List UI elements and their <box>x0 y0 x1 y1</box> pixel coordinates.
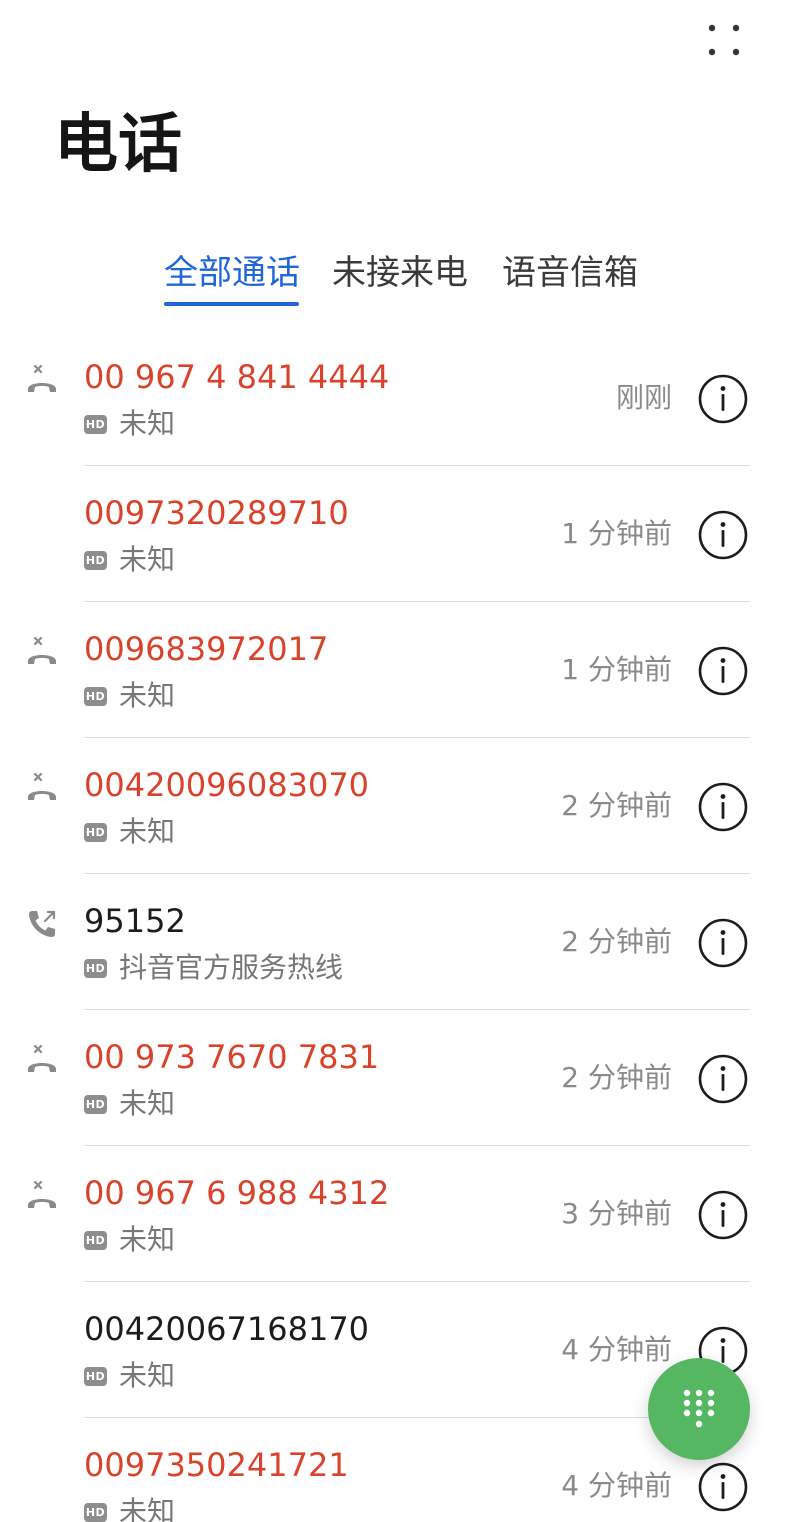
info-icon <box>696 1054 750 1110</box>
call-time: 2 分钟前 <box>561 925 672 958</box>
missed-call-icon <box>24 634 60 670</box>
call-time: 2 分钟前 <box>561 789 672 822</box>
call-subtitle: HD 未知 <box>84 1358 175 1394</box>
info-icon <box>696 1190 750 1246</box>
outgoing-call-icon <box>24 906 60 942</box>
call-label: 未知 <box>119 679 176 712</box>
call-number: 00420067168170 <box>84 1310 370 1348</box>
dialpad-button[interactable] <box>648 1358 750 1460</box>
missed-call-icon <box>24 770 60 806</box>
call-time: 1 分钟前 <box>561 517 672 550</box>
call-log-row[interactable]: 00 967 4 841 4444 HD 未知 刚刚 <box>0 330 800 466</box>
call-log-list: 00 967 4 841 4444 HD 未知 刚刚 0097320289710 HD 未知… <box>0 330 800 1522</box>
call-label: 未知 <box>119 815 176 848</box>
call-label: 未知 <box>119 407 176 440</box>
call-info-button[interactable] <box>696 644 750 698</box>
more-dots-icon <box>708 24 740 56</box>
call-time: 4 分钟前 <box>561 1333 672 1366</box>
call-log-row[interactable]: 0097320289710 HD 未知 1 分钟前 <box>0 466 800 602</box>
call-number: 00 967 6 988 4312 <box>84 1174 390 1212</box>
call-label: 抖音官方服务热线 <box>119 951 344 984</box>
tab-bar: 全部通话 未接来电 语音信箱 <box>0 238 800 310</box>
call-number: 00 967 4 841 4444 <box>84 358 390 396</box>
call-number: 00 973 7670 7831 <box>84 1038 380 1076</box>
hd-badge: HD <box>84 1230 107 1250</box>
call-info-button[interactable] <box>696 1188 750 1242</box>
call-log-row[interactable]: 00420096083070 HD 未知 2 分钟前 <box>0 738 800 874</box>
call-log-row[interactable]: 00 973 7670 7831 HD 未知 2 分钟前 <box>0 1010 800 1146</box>
hd-badge: HD <box>84 1502 107 1522</box>
call-label: 未知 <box>119 1495 176 1522</box>
call-time: 3 分钟前 <box>561 1197 672 1230</box>
dialpad-icon <box>683 1389 715 1428</box>
info-icon <box>696 646 750 702</box>
call-info-button[interactable] <box>696 508 750 562</box>
call-info-button[interactable] <box>696 1052 750 1106</box>
missed-call-icon <box>24 1178 60 1214</box>
call-number: 0097350241721 <box>84 1446 349 1484</box>
call-time: 4 分钟前 <box>561 1469 672 1502</box>
hd-badge: HD <box>84 958 107 978</box>
call-log-row[interactable]: 95152 HD 抖音官方服务热线 2 分钟前 <box>0 874 800 1010</box>
call-info-button[interactable] <box>696 780 750 834</box>
info-icon <box>696 1462 750 1518</box>
call-number: 00420096083070 <box>84 766 370 804</box>
page-title: 电话 <box>54 108 182 182</box>
call-subtitle: HD 未知 <box>84 1086 175 1122</box>
missed-call-icon <box>24 362 60 398</box>
tab-voicemail[interactable]: 语音信箱 <box>502 248 638 308</box>
call-subtitle: HD 抖音官方服务热线 <box>84 950 343 986</box>
hd-badge: HD <box>84 550 107 570</box>
active-tab-indicator <box>164 302 299 306</box>
call-number: 0097320289710 <box>84 494 349 532</box>
hd-badge: HD <box>84 414 107 434</box>
hd-badge: HD <box>84 686 107 706</box>
more-options-button[interactable] <box>696 12 752 68</box>
hd-badge: HD <box>84 1094 107 1114</box>
tab-missed-calls[interactable]: 未接来电 <box>332 248 468 308</box>
hd-badge: HD <box>84 822 107 842</box>
call-label: 未知 <box>119 1223 176 1256</box>
call-subtitle: HD 未知 <box>84 1222 175 1258</box>
call-info-button[interactable] <box>696 1460 750 1514</box>
missed-call-icon <box>24 1042 60 1078</box>
info-icon <box>696 782 750 838</box>
call-info-button[interactable] <box>696 916 750 970</box>
call-time: 刚刚 <box>615 381 672 414</box>
call-time: 2 分钟前 <box>561 1061 672 1094</box>
info-icon <box>696 918 750 974</box>
call-label: 未知 <box>119 543 176 576</box>
call-time: 1 分钟前 <box>561 653 672 686</box>
call-log-row[interactable]: 00 967 6 988 4312 HD 未知 3 分钟前 <box>0 1146 800 1282</box>
call-log-row[interactable]: 009683972017 HD 未知 1 分钟前 <box>0 602 800 738</box>
call-subtitle: HD 未知 <box>84 1494 175 1522</box>
info-icon <box>696 374 750 430</box>
hd-badge: HD <box>84 1366 107 1386</box>
call-number: 009683972017 <box>84 630 329 668</box>
call-subtitle: HD 未知 <box>84 542 175 578</box>
call-label: 未知 <box>119 1359 176 1392</box>
phone-app: 电话 全部通话 未接来电 语音信箱 00 967 4 841 4444 HD 未知 刚… <box>0 0 800 1522</box>
tab-all-calls[interactable]: 全部通话 <box>164 248 300 308</box>
call-label: 未知 <box>119 1087 176 1120</box>
call-subtitle: HD 未知 <box>84 814 175 850</box>
info-icon <box>696 510 750 566</box>
call-subtitle: HD 未知 <box>84 678 175 714</box>
call-subtitle: HD 未知 <box>84 406 175 442</box>
call-number: 95152 <box>84 902 186 940</box>
call-info-button[interactable] <box>696 372 750 426</box>
